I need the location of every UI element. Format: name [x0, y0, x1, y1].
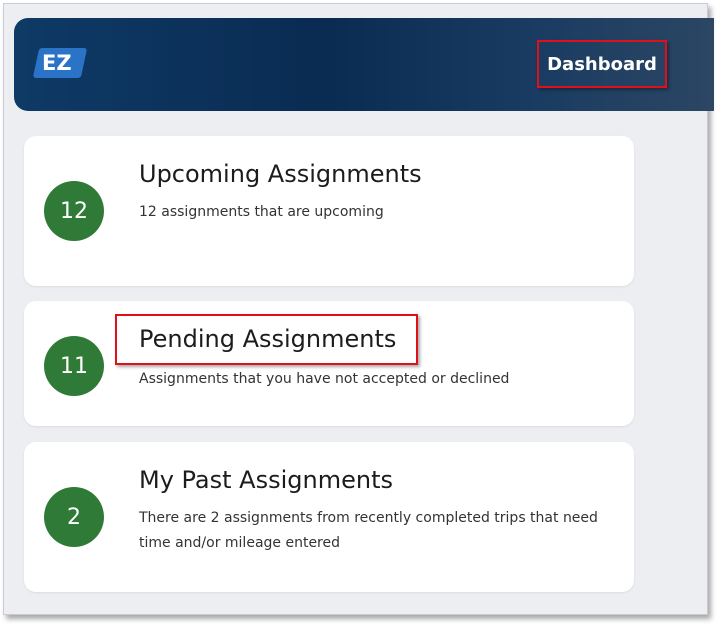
card-description: Assignments that you have not accepted o… [139, 371, 510, 387]
nav-dashboard-link[interactable]: Dashboard [537, 40, 667, 88]
logo-text[interactable]: EZ [42, 48, 82, 78]
card-title: Upcoming Assignments [139, 160, 422, 188]
top-header: EZ Dashboard [14, 18, 714, 111]
card-title: Pending Assignments [139, 325, 397, 353]
count-badge: 2 [44, 487, 104, 547]
app-frame: EZ Dashboard 12 Upcoming Assignments 12 … [3, 3, 714, 615]
card-title: My Past Assignments [139, 466, 393, 494]
count-badge: 11 [44, 336, 104, 396]
card-description: 12 assignments that are upcoming [139, 204, 384, 220]
card-pending-assignments[interactable]: 11 Pending Assignments Assignments that … [24, 301, 634, 426]
card-upcoming-assignments[interactable]: 12 Upcoming Assignments 12 assignments t… [24, 136, 634, 286]
card-description: There are 2 assignments from recently co… [139, 510, 598, 551]
card-past-assignments[interactable]: 2 My Past Assignments There are 2 assign… [24, 442, 634, 592]
count-badge: 12 [44, 181, 104, 241]
